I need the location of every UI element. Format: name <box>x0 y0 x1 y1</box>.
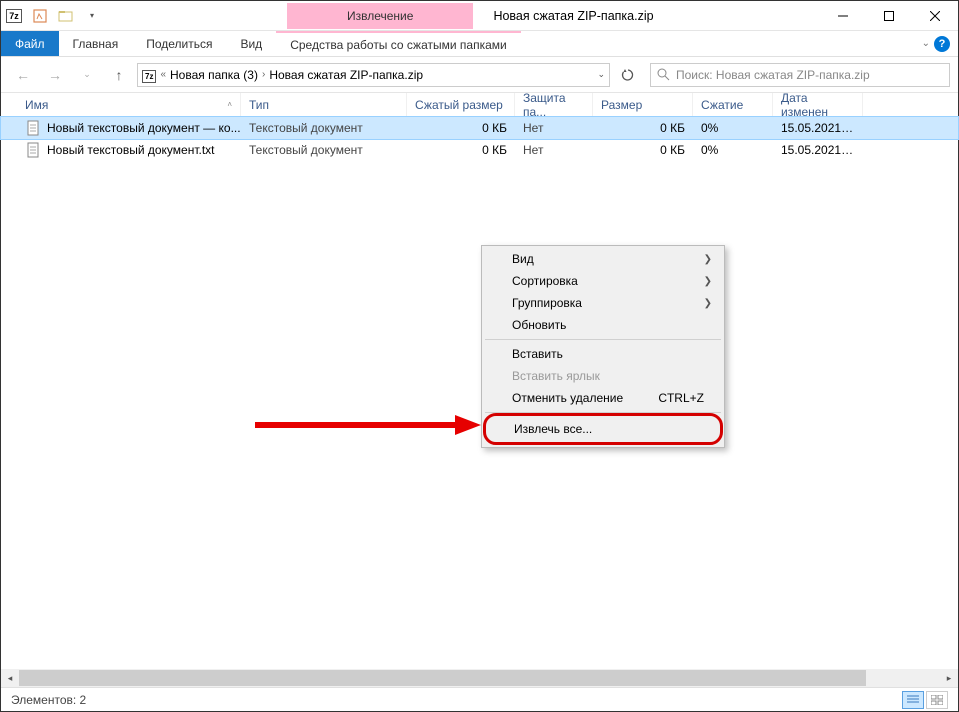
menu-refresh[interactable]: Обновить <box>484 314 722 336</box>
properties-icon[interactable] <box>29 5 51 27</box>
file-type-cell: Текстовый документ <box>241 143 407 157</box>
search-icon <box>657 68 670 81</box>
search-placeholder: Поиск: Новая сжатая ZIP-папка.zip <box>676 68 870 82</box>
horizontal-scrollbar[interactable]: ◂ ▸ <box>1 669 958 687</box>
file-row[interactable]: Новый текстовый документ.txt Текстовый д… <box>1 139 958 161</box>
scroll-thumb[interactable] <box>19 670 866 686</box>
file-size-cell: 0 КБ <box>593 143 693 157</box>
tab-share[interactable]: Поделиться <box>132 31 226 56</box>
text-file-icon <box>25 120 41 136</box>
column-date[interactable]: Дата изменен <box>773 93 863 116</box>
submenu-arrow-icon: ❯ <box>704 298 712 309</box>
breadcrumb-root[interactable]: Новая папка (3) <box>170 68 258 82</box>
address-dropdown-icon[interactable]: ⌄ <box>597 69 605 80</box>
annotation-arrow <box>255 415 481 435</box>
tab-home[interactable]: Главная <box>59 31 133 56</box>
thumbnails-view-button[interactable] <box>926 691 948 709</box>
refresh-button[interactable] <box>614 63 642 87</box>
recent-dropdown-icon[interactable]: ⌄ <box>73 63 101 87</box>
forward-button[interactable]: → <box>41 63 69 87</box>
submenu-arrow-icon: ❯ <box>704 276 712 287</box>
file-type-cell: Текстовый документ <box>241 121 407 135</box>
menu-separator <box>485 412 721 413</box>
column-name[interactable]: Имя˄ <box>17 93 241 116</box>
tab-compressed-tools[interactable]: Средства работы со сжатыми папками <box>276 31 521 56</box>
app-icon-7z[interactable]: 7z <box>3 5 25 27</box>
tab-file[interactable]: Файл <box>1 31 59 56</box>
maximize-button[interactable] <box>866 1 912 31</box>
menu-separator <box>485 339 721 340</box>
menu-undo-delete[interactable]: Отменить удалениеCTRL+Z <box>484 387 722 409</box>
menu-paste[interactable]: Вставить <box>484 343 722 365</box>
navigation-bar: ← → ⌄ ↑ 7z « Новая папка (3) › Новая сжа… <box>1 57 958 93</box>
file-size-cell: 0 КБ <box>593 121 693 135</box>
menu-shortcut: CTRL+Z <box>658 391 704 405</box>
quick-access-toolbar: 7z ▾ <box>1 5 105 27</box>
breadcrumb-current[interactable]: Новая сжатая ZIP-папка.zip <box>269 68 423 82</box>
column-type[interactable]: Тип <box>241 93 407 116</box>
new-folder-icon[interactable] <box>55 5 77 27</box>
titlebar: 7z ▾ Извлечение Новая сжатая ZIP-папка.z… <box>1 1 958 31</box>
window-title: Новая сжатая ZIP-папка.zip <box>473 9 820 23</box>
menu-sort[interactable]: Сортировка❯ <box>484 270 722 292</box>
file-prot-cell: Нет <box>515 121 593 135</box>
back-button[interactable]: ← <box>9 63 37 87</box>
tab-view[interactable]: Вид <box>226 31 276 56</box>
file-name-cell[interactable]: Новый текстовый документ — ко... <box>17 120 241 136</box>
scroll-right-button[interactable]: ▸ <box>940 669 958 687</box>
up-button[interactable]: ↑ <box>105 63 133 87</box>
scroll-left-button[interactable]: ◂ <box>1 669 19 687</box>
contextual-tab-header: Извлечение <box>287 3 473 29</box>
file-date-cell: 15.05.2021 14: <box>773 143 863 157</box>
menu-group[interactable]: Группировка❯ <box>484 292 722 314</box>
menu-extract-all[interactable]: Извлечь все... <box>486 416 720 442</box>
window-controls <box>820 1 958 31</box>
status-bar: Элементов: 2 <box>1 687 958 711</box>
help-icon[interactable]: ? <box>934 36 950 52</box>
file-comp-cell: 0% <box>693 121 773 135</box>
chevron-right-icon[interactable]: › <box>262 69 265 80</box>
column-compression[interactable]: Сжатие <box>693 93 773 116</box>
search-box[interactable]: Поиск: Новая сжатая ZIP-папка.zip <box>650 63 950 87</box>
column-protection[interactable]: Защита па... <box>515 93 593 116</box>
file-prot-cell: Нет <box>515 143 593 157</box>
minimize-button[interactable] <box>820 1 866 31</box>
status-item-count: Элементов: 2 <box>11 693 86 707</box>
address-bar[interactable]: 7z « Новая папка (3) › Новая сжатая ZIP-… <box>137 63 610 87</box>
file-row[interactable]: Новый текстовый документ — ко... Текстов… <box>1 117 958 139</box>
scroll-track[interactable] <box>19 669 940 687</box>
file-comp-cell: 0% <box>693 143 773 157</box>
menu-paste-shortcut: Вставить ярлык <box>484 365 722 387</box>
file-csize-cell: 0 КБ <box>407 121 515 135</box>
breadcrumb-sep-icon: « <box>160 69 166 80</box>
file-date-cell: 15.05.2021 14: <box>773 121 863 135</box>
file-csize-cell: 0 КБ <box>407 143 515 157</box>
file-list[interactable]: Новый текстовый документ — ко... Текстов… <box>1 117 958 161</box>
column-headers: Имя˄ Тип Сжатый размер Защита па... Разм… <box>1 93 958 117</box>
file-name-cell[interactable]: Новый текстовый документ.txt <box>17 142 241 158</box>
menu-view[interactable]: Вид❯ <box>484 248 722 270</box>
collapse-ribbon-icon[interactable]: ⌄ <box>922 38 930 49</box>
text-file-icon <box>25 142 41 158</box>
submenu-arrow-icon: ❯ <box>704 254 712 265</box>
qat-dropdown-icon[interactable]: ▾ <box>81 5 103 27</box>
details-view-button[interactable] <box>902 691 924 709</box>
context-menu: Вид❯ Сортировка❯ Группировка❯ Обновить В… <box>481 245 725 448</box>
close-button[interactable] <box>912 1 958 31</box>
address-root-icon: 7z <box>142 68 156 82</box>
extract-context-tab[interactable]: Извлечение <box>287 3 473 29</box>
column-size[interactable]: Размер <box>593 93 693 116</box>
sort-indicator-icon: ˄ <box>227 100 232 109</box>
column-compressed-size[interactable]: Сжатый размер <box>407 93 515 116</box>
ribbon-tabs: Файл Главная Поделиться Вид Средства раб… <box>1 31 958 57</box>
